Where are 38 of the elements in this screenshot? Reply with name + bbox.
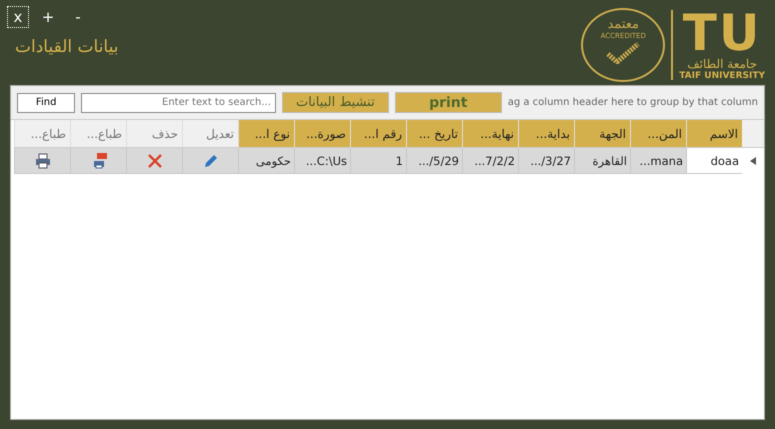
- table-cell: 1: [350, 148, 406, 174]
- seal-text: معتمد: [607, 18, 639, 32]
- column-header[interactable]: حذف: [126, 120, 182, 148]
- table-cell: .../3/27: [518, 148, 574, 174]
- refresh-button[interactable]: تنشيط البيانات: [282, 92, 389, 113]
- window-control-button[interactable]: x: [7, 6, 29, 28]
- table-cell: ...7/2/2: [462, 148, 518, 174]
- window-control-button[interactable]: -: [67, 6, 89, 28]
- search-field[interactable]: Enter text to search...: [81, 92, 276, 112]
- column-header[interactable]: المن...: [630, 120, 686, 148]
- table-cell: ...C:\Us: [294, 148, 350, 174]
- group-hint: ag a column header here to group by that column: [508, 97, 758, 108]
- column-header[interactable]: نهاية...: [462, 120, 518, 148]
- table-cell: حكومى: [238, 148, 294, 174]
- column-header[interactable]: بداية...: [518, 120, 574, 148]
- window-control-button[interactable]: +: [37, 6, 59, 28]
- table-cell: القاهرة: [574, 148, 630, 174]
- column-header[interactable]: رقم ا...: [350, 120, 406, 148]
- table-cell: ...mana: [630, 148, 686, 174]
- delete-icon[interactable]: [146, 152, 162, 168]
- pencil-icon[interactable]: [202, 152, 218, 168]
- table-cell: doaa: [686, 148, 742, 174]
- table-cell: .../5/29: [406, 148, 462, 174]
- column-header[interactable]: تاريخ ...: [406, 120, 462, 148]
- checkmark-icon: [606, 42, 640, 64]
- column-header[interactable]: صورة...: [294, 120, 350, 148]
- column-header[interactable]: الجهة: [574, 120, 630, 148]
- column-header[interactable]: طباع...: [70, 120, 126, 148]
- column-header[interactable]: طباع...: [14, 120, 70, 148]
- university-name: جامعة الطائف: [687, 56, 758, 70]
- find-button[interactable]: Find: [17, 92, 76, 112]
- column-header[interactable]: تعديل: [182, 120, 238, 148]
- university-name: TAIF UNIVERSITY: [679, 70, 765, 80]
- column-header[interactable]: الاسم: [686, 120, 742, 148]
- column-header[interactable]: نوع ا...: [238, 120, 294, 148]
- logo-mark: TU: [682, 8, 762, 56]
- page-title: بيانات القيادات: [15, 37, 118, 57]
- printer-icon[interactable]: [34, 152, 50, 168]
